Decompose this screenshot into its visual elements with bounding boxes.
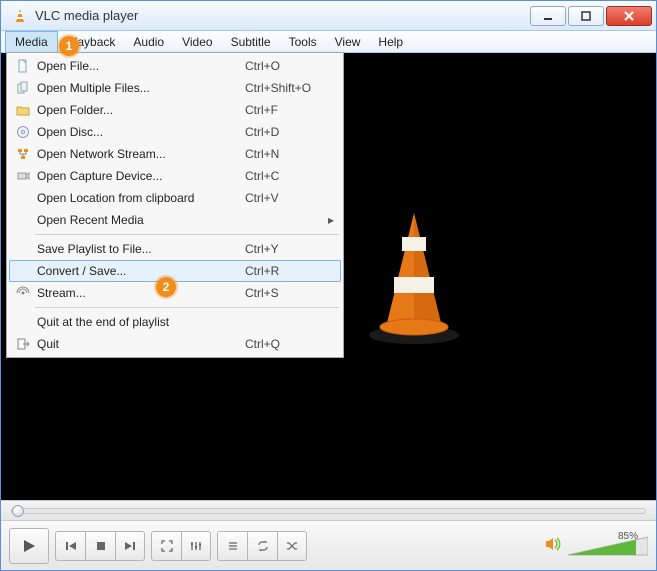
- submenu-arrow-icon: ▸: [325, 213, 337, 227]
- menu-save-playlist-to-file[interactable]: Save Playlist to File... Ctrl+Y: [9, 238, 341, 260]
- window-buttons: [528, 6, 652, 26]
- seekbar: [1, 500, 656, 520]
- menu-open-multiple-files[interactable]: Open Multiple Files... Ctrl+Shift+O: [9, 77, 341, 99]
- media-dropdown: Open File... Ctrl+O Open Multiple Files.…: [6, 52, 344, 358]
- extended-settings-button[interactable]: [181, 531, 211, 561]
- menu-open-disc[interactable]: Open Disc... Ctrl+D: [9, 121, 341, 143]
- shuffle-icon: [286, 540, 298, 552]
- titlebar: VLC media player: [1, 1, 656, 31]
- stream-icon: [13, 286, 33, 300]
- playlist-button[interactable]: [217, 531, 247, 561]
- fullscreen-button[interactable]: [151, 531, 181, 561]
- capture-icon: [13, 169, 33, 183]
- window-title: VLC media player: [35, 8, 528, 23]
- loop-icon: [257, 540, 269, 552]
- menu-open-network-stream[interactable]: Open Network Stream... Ctrl+N: [9, 143, 341, 165]
- skip-forward-icon: [124, 540, 136, 552]
- menu-subtitle[interactable]: Subtitle: [222, 31, 280, 52]
- annotation-badge-1: 1: [59, 36, 79, 56]
- folder-icon: [13, 103, 33, 117]
- next-button[interactable]: [115, 531, 145, 561]
- menu-video-label: Video: [182, 35, 212, 49]
- vlc-cone-icon: [354, 207, 474, 347]
- close-button[interactable]: [606, 6, 652, 26]
- play-button[interactable]: [9, 528, 49, 564]
- seek-thumb[interactable]: [12, 505, 24, 517]
- menu-audio[interactable]: Audio: [124, 31, 173, 52]
- menu-view[interactable]: View: [326, 31, 370, 52]
- volume-slider[interactable]: 85%: [568, 533, 648, 559]
- speaker-icon[interactable]: [544, 535, 562, 556]
- maximize-button[interactable]: [568, 6, 604, 26]
- menu-open-file[interactable]: Open File... Ctrl+O: [9, 55, 341, 77]
- loop-button[interactable]: [247, 531, 277, 561]
- minimize-button[interactable]: [530, 6, 566, 26]
- stop-button[interactable]: [85, 531, 115, 561]
- view-button-group: [151, 531, 211, 561]
- menubar: Media Playback Audio Video Subtitle Tool…: [1, 31, 656, 53]
- seek-slider[interactable]: [11, 508, 646, 514]
- skip-back-icon: [65, 540, 77, 552]
- menu-open-folder[interactable]: Open Folder... Ctrl+F: [9, 99, 341, 121]
- menu-help[interactable]: Help: [369, 31, 412, 52]
- menu-media[interactable]: Media: [5, 31, 58, 52]
- previous-button[interactable]: [55, 531, 85, 561]
- file-icon: [13, 59, 33, 73]
- random-button[interactable]: [277, 531, 307, 561]
- volume-control: 85%: [544, 533, 648, 559]
- controls-bar: 85%: [1, 520, 656, 570]
- menu-open-location-clipboard[interactable]: Open Location from clipboard Ctrl+V: [9, 187, 341, 209]
- playback-button-group: [55, 531, 145, 561]
- menu-quit-at-end-of-playlist[interactable]: Quit at the end of playlist: [9, 311, 341, 333]
- vlc-app-icon: [11, 7, 29, 25]
- menu-audio-label: Audio: [133, 35, 164, 49]
- menu-quit[interactable]: Quit Ctrl+Q: [9, 333, 341, 355]
- disc-icon: [13, 125, 33, 139]
- menu-media-label: Media: [15, 35, 48, 49]
- menu-convert-save[interactable]: Convert / Save... Ctrl+R: [9, 260, 341, 282]
- menu-view-label: View: [335, 35, 361, 49]
- menu-tools-label: Tools: [289, 35, 317, 49]
- stop-icon: [95, 540, 107, 552]
- annotation-badge-2: 2: [156, 277, 176, 297]
- app-window: VLC media player Media Playback Audio Vi…: [0, 0, 657, 571]
- menu-tools[interactable]: Tools: [280, 31, 326, 52]
- menu-help-label: Help: [378, 35, 403, 49]
- files-icon: [13, 81, 33, 95]
- playlist-icon: [227, 540, 239, 552]
- menu-video[interactable]: Video: [173, 31, 221, 52]
- equalizer-icon: [190, 540, 202, 552]
- play-icon: [21, 538, 37, 554]
- menu-separator: [35, 307, 339, 308]
- menu-open-capture-device[interactable]: Open Capture Device... Ctrl+C: [9, 165, 341, 187]
- menu-separator: [35, 234, 339, 235]
- menu-open-recent-media[interactable]: Open Recent Media ▸: [9, 209, 341, 231]
- network-icon: [13, 147, 33, 161]
- quit-icon: [13, 337, 33, 351]
- fullscreen-icon: [161, 540, 173, 552]
- playlist-button-group: [217, 531, 307, 561]
- menu-subtitle-label: Subtitle: [231, 35, 271, 49]
